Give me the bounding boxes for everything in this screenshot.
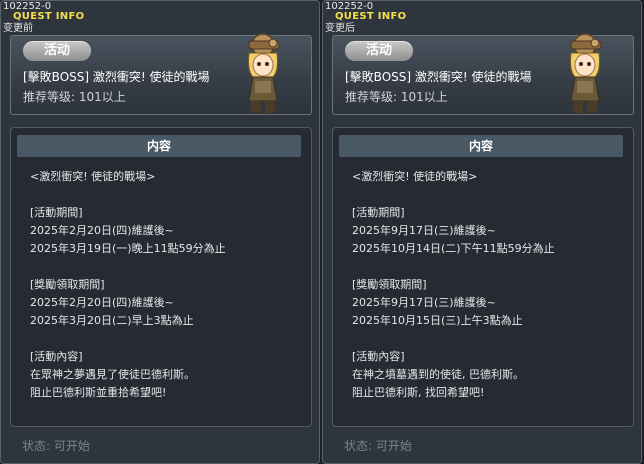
version-note: 变更前 bbox=[3, 23, 33, 34]
recommended-level: 推荐等级: 101以上 bbox=[23, 90, 126, 104]
content-line: <激烈衝突! 使徒的戰場> bbox=[352, 170, 478, 183]
recommended-level: 推荐等级: 101以上 bbox=[345, 90, 448, 104]
quest-status: 状态: 可开始 bbox=[344, 439, 412, 453]
content-tab: 内容 bbox=[339, 135, 623, 157]
content-box: 内容 <激烈衝突! 使徒的戰場> [活動期間] 2025年2月20日(四)維護後… bbox=[10, 127, 312, 427]
quest-status: 状态: 可开始 bbox=[22, 439, 90, 453]
npc-portrait-icon bbox=[248, 33, 280, 113]
content-line: [獎勵領取期間] bbox=[352, 278, 427, 291]
content-line bbox=[30, 330, 300, 348]
category-badge: 活动 bbox=[23, 41, 91, 61]
content-line: 2025年10月14日(二)下午11點59分為止 bbox=[352, 242, 555, 255]
content-line bbox=[30, 186, 300, 204]
content-line: 阻止巴德利斯並重拾希望吧! bbox=[30, 386, 167, 399]
content-box: 内容 <激烈衝突! 使徒的戰場> [活動期間] 2025年9月17日(三)維護後… bbox=[332, 127, 634, 427]
content-line: 2025年2月20日(四)維護後~ bbox=[30, 224, 174, 237]
content-line bbox=[352, 186, 622, 204]
content-line bbox=[352, 258, 622, 276]
content-line: 2025年3月19日(一)晚上11點59分為止 bbox=[30, 242, 226, 255]
content-line: 2025年9月17日(三)維護後~ bbox=[352, 296, 496, 309]
content-line bbox=[30, 258, 300, 276]
content-line: 2025年9月17日(三)維護後~ bbox=[352, 224, 496, 237]
content-line: [活動期間] bbox=[30, 206, 83, 219]
quest-info-label: QUEST INFO bbox=[335, 11, 407, 22]
content-line: [活動期間] bbox=[352, 206, 405, 219]
content-line: 在眾神之夢遇見了使徒巴德利斯。 bbox=[30, 368, 195, 381]
content-line: 阻止巴德利斯, 找回希望吧! bbox=[352, 386, 485, 399]
content-text: <激烈衝突! 使徒的戰場> [活動期間] 2025年2月20日(四)維護後~ 2… bbox=[30, 168, 300, 402]
content-text: <激烈衝突! 使徒的戰場> [活動期間] 2025年9月17日(三)維護後~ 2… bbox=[352, 168, 622, 402]
quest-title: [擊敗BOSS] 激烈衝突! 使徒的戰場 bbox=[345, 70, 532, 84]
content-line: [獎勵領取期間] bbox=[30, 278, 105, 291]
content-line: 在神之墳墓遇到的使徒, 巴德利斯。 bbox=[352, 368, 524, 381]
quest-info-label: QUEST INFO bbox=[13, 11, 85, 22]
content-line: [活動內容] bbox=[352, 350, 405, 363]
content-line: [活動內容] bbox=[30, 350, 83, 363]
category-badge: 活动 bbox=[345, 41, 413, 61]
content-line: 2025年3月20日(二)早上3點為止 bbox=[30, 314, 194, 327]
quest-title: [擊敗BOSS] 激烈衝突! 使徒的戰場 bbox=[23, 70, 210, 84]
quest-info-panel-after: 102252-0 QUEST INFO 变更后 活动 [擊敗BOSS] 激烈衝突… bbox=[322, 0, 642, 464]
npc-portrait-icon bbox=[570, 33, 602, 113]
content-line: 2025年2月20日(四)維護後~ bbox=[30, 296, 174, 309]
content-line bbox=[352, 330, 622, 348]
version-note: 变更后 bbox=[325, 23, 355, 34]
content-line: 2025年10月15日(三)上午3點為止 bbox=[352, 314, 523, 327]
content-tab: 内容 bbox=[17, 135, 301, 157]
content-line: <激烈衝突! 使徒的戰場> bbox=[30, 170, 156, 183]
quest-info-panel-before: 102252-0 QUEST INFO 变更前 活动 [擊敗BOSS] 激烈衝突… bbox=[0, 0, 320, 464]
